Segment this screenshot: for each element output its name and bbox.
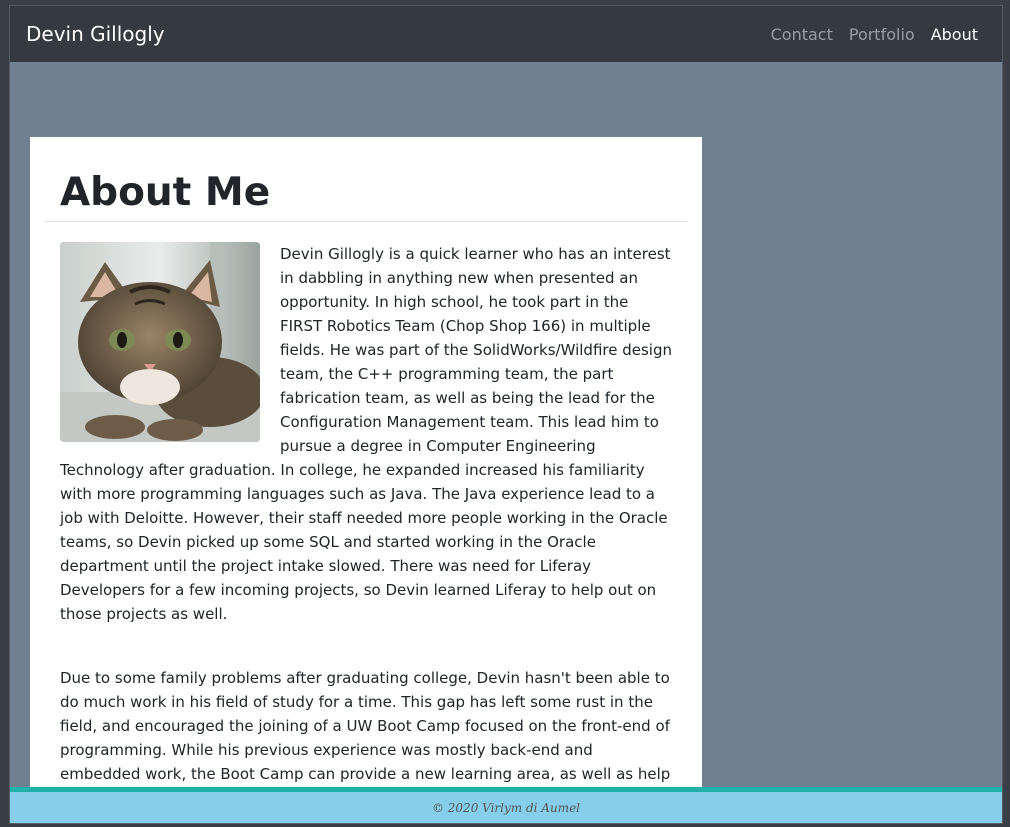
footer-copyright: © 2020 Virlym di Aumel <box>431 800 581 815</box>
nav-link-about[interactable]: About <box>923 17 986 52</box>
about-content: Devin Gillogly is a quick learner who ha… <box>45 222 687 797</box>
page-title: About Me <box>45 137 687 222</box>
nav-link-contact[interactable]: Contact <box>763 17 841 52</box>
kitten-photo <box>60 242 260 442</box>
brand-link[interactable]: Devin Gillogly <box>26 22 165 46</box>
about-card: About Me Devin Gillogly is a quick learn… <box>30 137 702 797</box>
about-paragraph-2: Due to some family problems after gradua… <box>60 669 671 797</box>
footer: © 2020 Virlym di Aumel <box>10 787 1002 823</box>
nav-links: Contact Portfolio About <box>763 17 986 52</box>
nav-link-portfolio[interactable]: Portfolio <box>841 17 923 52</box>
browser-viewport: Devin Gillogly Contact Portfolio About A… <box>9 5 1003 824</box>
navbar: Devin Gillogly Contact Portfolio About <box>10 6 1002 62</box>
